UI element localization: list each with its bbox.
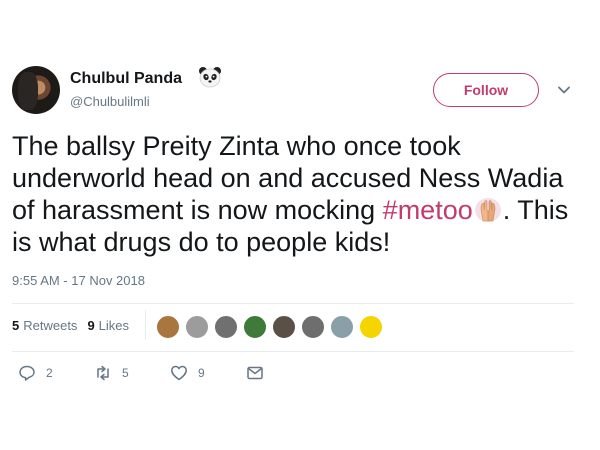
retweets-count: 5: [12, 318, 20, 333]
retweets-stat[interactable]: 5 Retweets: [12, 318, 77, 333]
tweet-stats: 5 Retweets 9 Likes: [12, 318, 139, 333]
like-count: 9: [198, 366, 205, 380]
divider-bottom: [12, 351, 574, 352]
author-handle[interactable]: @Chulbulilmli: [70, 94, 150, 109]
likes-stat[interactable]: 9 Likes: [87, 318, 129, 333]
liker-avatar-6[interactable]: [301, 315, 325, 339]
retweet-icon: [97, 365, 109, 381]
envelope-icon: [247, 366, 263, 380]
liker-avatars: [156, 315, 388, 339]
divider-top: [12, 303, 574, 304]
tweet-actions: 2 5 9: [18, 364, 310, 382]
liker-avatar-4[interactable]: [243, 315, 267, 339]
tweet-timestamp[interactable]: 9:55 AM - 17 Nov 2018: [12, 273, 145, 288]
like-button[interactable]: 9: [170, 364, 210, 382]
author-avatar[interactable]: [12, 66, 60, 114]
hashtag-link[interactable]: #metoo: [383, 195, 473, 225]
direct-message-button[interactable]: [246, 364, 274, 382]
liker-avatar-2[interactable]: [185, 315, 209, 339]
liker-avatar-8[interactable]: [359, 315, 383, 339]
liker-avatar-7[interactable]: [330, 315, 354, 339]
liker-avatar-3[interactable]: [214, 315, 238, 339]
author-name[interactable]: Chulbul Panda: [70, 70, 182, 88]
liker-avatar-1[interactable]: [156, 315, 180, 339]
stats-separator: [145, 310, 146, 340]
raised-hands-icon: [474, 198, 501, 222]
panda-face-icon: [199, 67, 221, 88]
retweet-count: 5: [122, 366, 129, 380]
heart-icon: [171, 365, 187, 381]
follow-button[interactable]: Follow: [433, 73, 539, 107]
retweets-label: Retweets: [23, 318, 78, 333]
liker-avatar-5[interactable]: [272, 315, 296, 339]
chevron-down-icon[interactable]: [556, 82, 572, 98]
reply-button[interactable]: 2: [18, 364, 58, 382]
tweet-text: The ballsy Preity Zinta who once took un…: [12, 130, 572, 258]
reply-icon: [19, 365, 35, 381]
retweet-button[interactable]: 5: [94, 364, 134, 382]
likes-label: Likes: [98, 318, 130, 333]
likes-count: 9: [87, 318, 95, 333]
reply-count: 2: [46, 366, 53, 380]
